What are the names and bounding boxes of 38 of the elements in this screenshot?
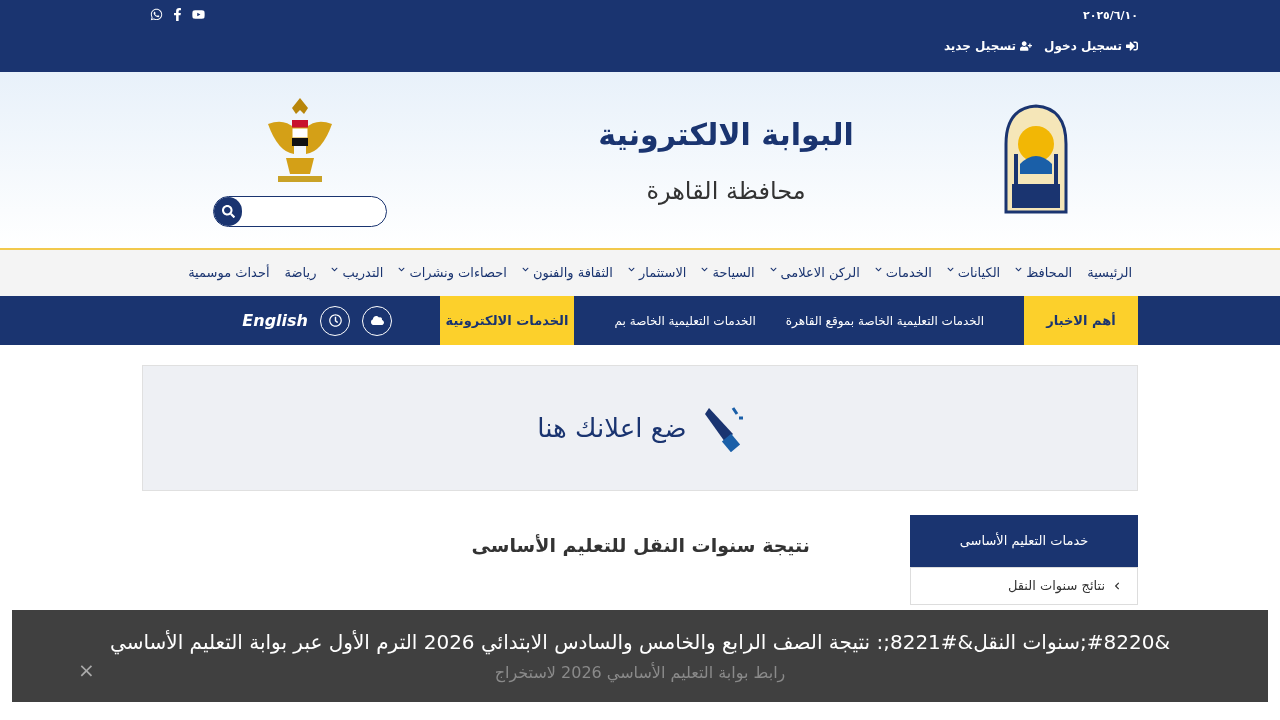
caption-title: &#8220;سنوات النقل&#8221;: نتيجة الصف الرابع والخامس والسادس الابتدائي 2026 الترم الأول عبر بوابة التعليم الأساسي	[110, 629, 1171, 657]
nav-item[interactable]: أحداث موسمية	[188, 263, 270, 283]
ad-text: ضع اعلانك هنا	[537, 411, 687, 445]
facebook-icon[interactable]	[171, 8, 184, 21]
nav-item[interactable]: الثقافة والفنون	[521, 263, 613, 283]
portal-title: البوابة الالكترونية	[598, 115, 854, 155]
mosque-logo-icon	[1002, 104, 1070, 216]
nav-item[interactable]: المحافظ	[1015, 263, 1073, 283]
sidebar-title: خدمات التعليم الأساسى	[910, 515, 1138, 567]
nav-item[interactable]: الركن الاعلامى	[769, 263, 860, 283]
nav-item[interactable]: احصاءات ونشرات	[398, 263, 507, 283]
language-link[interactable]: English	[242, 308, 308, 333]
search-icon[interactable]	[214, 196, 242, 226]
news-ticker-link[interactable]: الخدمات التعليمية الخاصة بموقع القاهرة	[785, 311, 984, 330]
chevron-left-icon	[1113, 582, 1121, 590]
nav-item[interactable]: الرئيسية	[1087, 263, 1132, 283]
youtube-icon[interactable]	[192, 8, 205, 21]
nav-item[interactable]: الكيانات	[946, 263, 1001, 283]
sidebar-item[interactable]: نتائج سنوات النقل	[910, 567, 1138, 605]
close-icon[interactable]: ×	[78, 660, 95, 680]
search-field[interactable]	[213, 195, 387, 227]
article-title: نتيجة سنوات النقل للتعليم الأساسى	[471, 534, 810, 556]
nav-item[interactable]: السياحة	[701, 263, 755, 283]
nav-item[interactable]: الاستثمار	[627, 263, 687, 283]
nav-item[interactable]: رياضة	[284, 263, 317, 283]
whatsapp-icon[interactable]	[150, 8, 163, 21]
eservices-tab[interactable]: الخدمات الالكترونية	[440, 296, 574, 345]
sign-in-icon	[1126, 39, 1138, 52]
nav-item[interactable]: الخدمات	[874, 263, 932, 283]
user-plus-icon	[1020, 39, 1033, 52]
nav-item[interactable]: التدريب	[331, 263, 384, 283]
account-link[interactable]: تسجيل جديد	[943, 36, 1033, 55]
portal-subtitle: محافظة القاهرة	[646, 175, 806, 207]
date-text: ٢٠٢٥/٦/١٠	[1081, 8, 1138, 24]
account-link[interactable]: تسجيل دخول	[1044, 36, 1138, 55]
news-label: أهم الاخبار	[1024, 296, 1138, 345]
caption-subtitle: رابط بوابة التعليم الأساسي 2026 لاستخراج	[494, 661, 786, 685]
news-ticker-link[interactable]: الخدمات التعليمية الخاصة بم	[614, 311, 756, 330]
